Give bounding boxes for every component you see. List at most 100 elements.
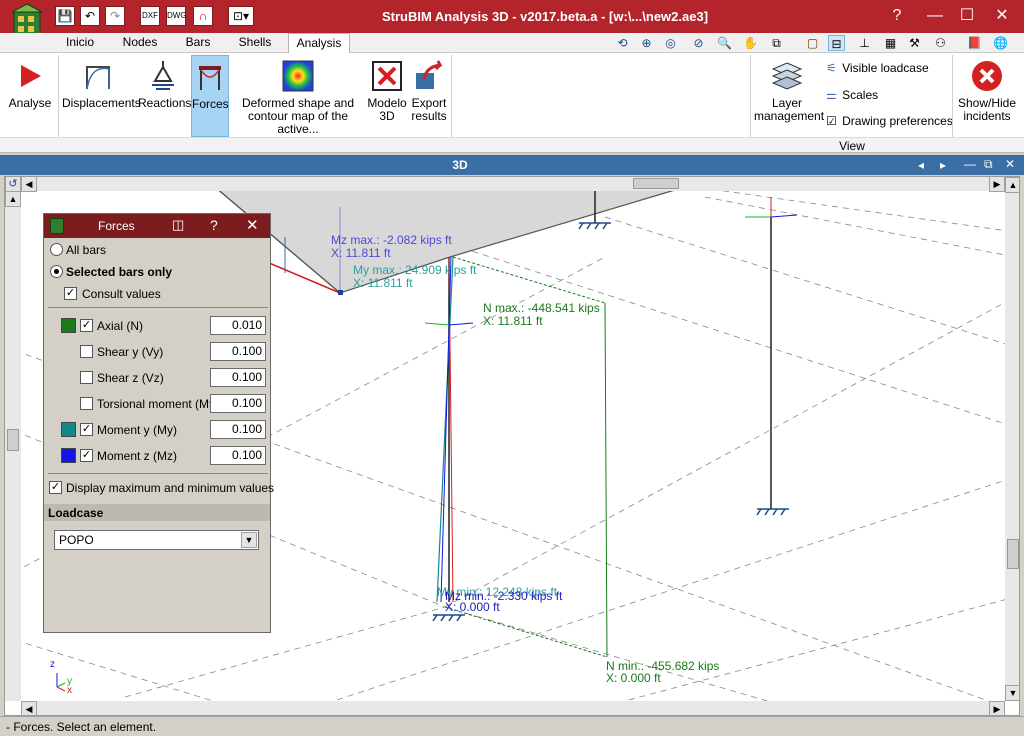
status-bar: - Forces. Select an element. (0, 716, 1024, 736)
all-bars-radio[interactable] (50, 243, 63, 256)
export-results-button[interactable]: Export results (409, 55, 449, 137)
forces-panel-header[interactable]: Forces ◫ ? ✕ (44, 214, 270, 238)
scroll-left-icon[interactable]: ◀ (21, 701, 37, 715)
torsional-checkbox[interactable] (80, 397, 93, 410)
scroll-down-icon[interactable]: ▼ (1005, 685, 1019, 701)
maximize-button[interactable]: ☐ (952, 4, 982, 28)
displacements-button[interactable]: Displacements (62, 55, 141, 137)
globe-icon[interactable]: 🌐 (992, 35, 1009, 51)
select-frame-icon[interactable]: ▢ (804, 35, 821, 51)
vertical-scrollbar-right[interactable]: ▲ ▼ (1005, 177, 1019, 701)
zoom-all-icon[interactable]: ⊕ (638, 35, 655, 51)
axial-checkbox[interactable]: ✓ (80, 319, 93, 332)
shear-z-scale-input[interactable]: 0.100 (210, 368, 266, 387)
scales-item[interactable]: ⚌ Scales (826, 86, 878, 104)
book-icon[interactable]: ◫ (172, 217, 184, 233)
tab-inicio[interactable]: Inicio (56, 33, 104, 53)
vertical-scrollbar-left[interactable]: ▲ (5, 191, 21, 701)
scales-label: Scales (842, 88, 879, 102)
reactions-button[interactable]: Reactions (138, 55, 192, 137)
help-button[interactable]: ? (882, 4, 912, 28)
forces-button[interactable]: Forces (191, 55, 229, 137)
scroll-left-icon[interactable]: ◀ (21, 177, 37, 192)
scroll-right-icon[interactable]: ▶ (989, 177, 1005, 192)
tools-icon[interactable]: ⚒ (906, 35, 923, 51)
minimize-button[interactable]: — (920, 4, 950, 28)
consult-values-checkbox[interactable]: ✓ (64, 287, 77, 300)
pan-hand-icon[interactable]: ✋ (742, 35, 759, 51)
save-icon[interactable]: 💾 (55, 6, 75, 26)
help-icon[interactable]: ? (210, 217, 218, 233)
forces-panel: Forces ◫ ? ✕ All bars Selected bars only… (43, 213, 274, 633)
moment-z-scale-input[interactable]: 0.100 (210, 446, 266, 465)
binoculars-icon[interactable]: ⚇ (932, 35, 949, 51)
layer-label-1: Layer (771, 96, 803, 110)
drawing-preferences-item[interactable]: ☑ Drawing preferences (826, 112, 953, 130)
prev-view-icon[interactable]: ◂ (918, 158, 924, 172)
show-hide-incidents-button[interactable]: Show/Hide incidents (956, 55, 1018, 137)
modelo-3d-button[interactable]: Modelo 3D (367, 55, 407, 137)
loadcase-header-label: Loadcase (48, 506, 104, 520)
chevron-down-icon[interactable]: ▼ (241, 532, 257, 548)
zoom-previous-icon[interactable]: ◎ (662, 35, 679, 51)
scroll-thumb[interactable] (633, 178, 679, 189)
view-options-icon[interactable]: ⊡▾ (228, 6, 254, 26)
refresh-icon[interactable]: ↺ (5, 177, 21, 192)
zoom-in-icon[interactable]: 🔍 (716, 35, 733, 51)
visible-loadcase-item[interactable]: ⚟ Visible loadcase (826, 59, 929, 77)
horizontal-scrollbar-bottom[interactable]: ◀ ▶ (21, 701, 1005, 715)
view-minimize-icon[interactable]: — (964, 157, 976, 171)
scroll-right-icon[interactable]: ▶ (989, 701, 1005, 715)
tab-nodes[interactable]: Nodes (114, 33, 166, 53)
title-bar: 💾 ↶ ↷ DXF DWG ∩ ⊡▾ StruBIM Analysis 3D -… (0, 0, 1024, 39)
view-close-icon[interactable]: ✕ (1005, 157, 1015, 171)
scroll-thumb[interactable] (7, 429, 19, 451)
moment-z-checkbox[interactable]: ✓ (80, 449, 93, 462)
shear-y-checkbox[interactable] (80, 345, 93, 358)
redo-icon[interactable]: ↷ (105, 6, 125, 26)
magnet-icon[interactable]: ∩ (193, 6, 213, 26)
undo-icon[interactable]: ↶ (80, 6, 100, 26)
analyse-button[interactable]: Analyse (6, 55, 54, 137)
scroll-up-icon[interactable]: ▲ (1005, 177, 1019, 193)
mz-max-x-label: X: 11.811 ft (331, 246, 391, 260)
display-maxmin-checkbox[interactable]: ✓ (49, 481, 62, 494)
axial-scale-input[interactable]: 0.010 (210, 316, 266, 335)
horizontal-scrollbar-top[interactable]: ↺ ◀ ▶ (5, 177, 1005, 192)
supports-icon[interactable]: ⊥ (856, 35, 873, 51)
book-icon[interactable]: 📕 (966, 35, 983, 51)
tab-shells[interactable]: Shells (230, 33, 280, 53)
reactions-label: Reactions (138, 96, 192, 110)
dxf-icon[interactable]: DXF (140, 6, 160, 26)
node-display-icon[interactable]: ⊟ (828, 35, 845, 51)
shear-y-scale-input[interactable]: 0.100 (210, 342, 266, 361)
scales-icon: ⚌ (826, 88, 837, 102)
next-view-icon[interactable]: ▸ (940, 158, 946, 172)
deformed-shape-button[interactable]: Deformed shape and contour map of the ac… (232, 55, 364, 137)
scroll-up-icon[interactable]: ▲ (5, 191, 21, 207)
moment-y-color-swatch[interactable] (61, 422, 76, 437)
moment-z-color-swatch[interactable] (61, 448, 76, 463)
view-restore-icon[interactable]: ⧉ (984, 157, 993, 172)
zoom-window-icon[interactable]: ⊘ (690, 35, 707, 51)
selected-bars-radio[interactable] (50, 265, 63, 278)
tab-bars[interactable]: Bars (176, 33, 220, 53)
visible-loadcase-label: Visible loadcase (842, 61, 929, 75)
close-icon[interactable]: ✕ (246, 216, 259, 234)
moment-y-scale-input[interactable]: 0.100 (210, 420, 266, 439)
forces-label: Forces (192, 97, 229, 111)
moment-y-checkbox[interactable]: ✓ (80, 423, 93, 436)
zoom-rotate-icon[interactable]: ⟲ (614, 35, 631, 51)
shear-z-checkbox[interactable] (80, 371, 93, 384)
scroll-thumb[interactable] (1007, 539, 1019, 569)
close-button[interactable]: ✕ (987, 4, 1017, 28)
axis-x-label: x (67, 685, 72, 696)
layer-management-button[interactable]: Layer management (754, 55, 824, 137)
axial-color-swatch[interactable] (61, 318, 76, 333)
loadcase-select[interactable]: POPO ▼ (54, 530, 259, 550)
torsional-scale-input[interactable]: 0.100 (210, 394, 266, 413)
fit-view-icon[interactable]: ⧉ (768, 35, 785, 51)
dwg-icon[interactable]: DWG (166, 6, 187, 26)
tab-analysis[interactable]: Analysis (288, 33, 350, 53)
grid-icon[interactable]: ▦ (882, 35, 899, 51)
